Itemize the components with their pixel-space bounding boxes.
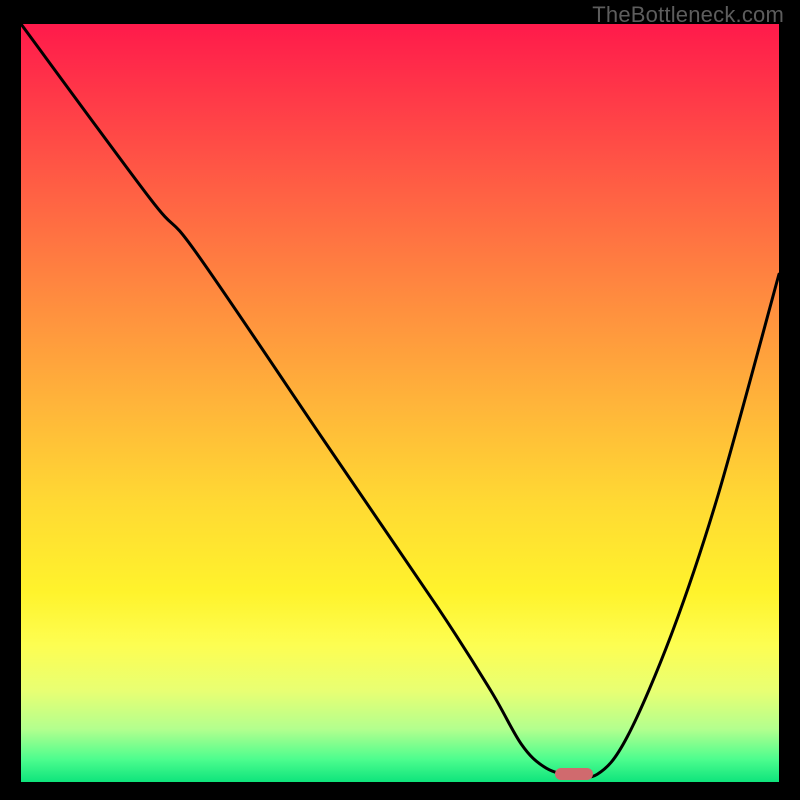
chart-frame: TheBottleneck.com: [0, 0, 800, 800]
optimal-marker: [555, 768, 593, 780]
plot-gradient-background: [21, 24, 779, 782]
